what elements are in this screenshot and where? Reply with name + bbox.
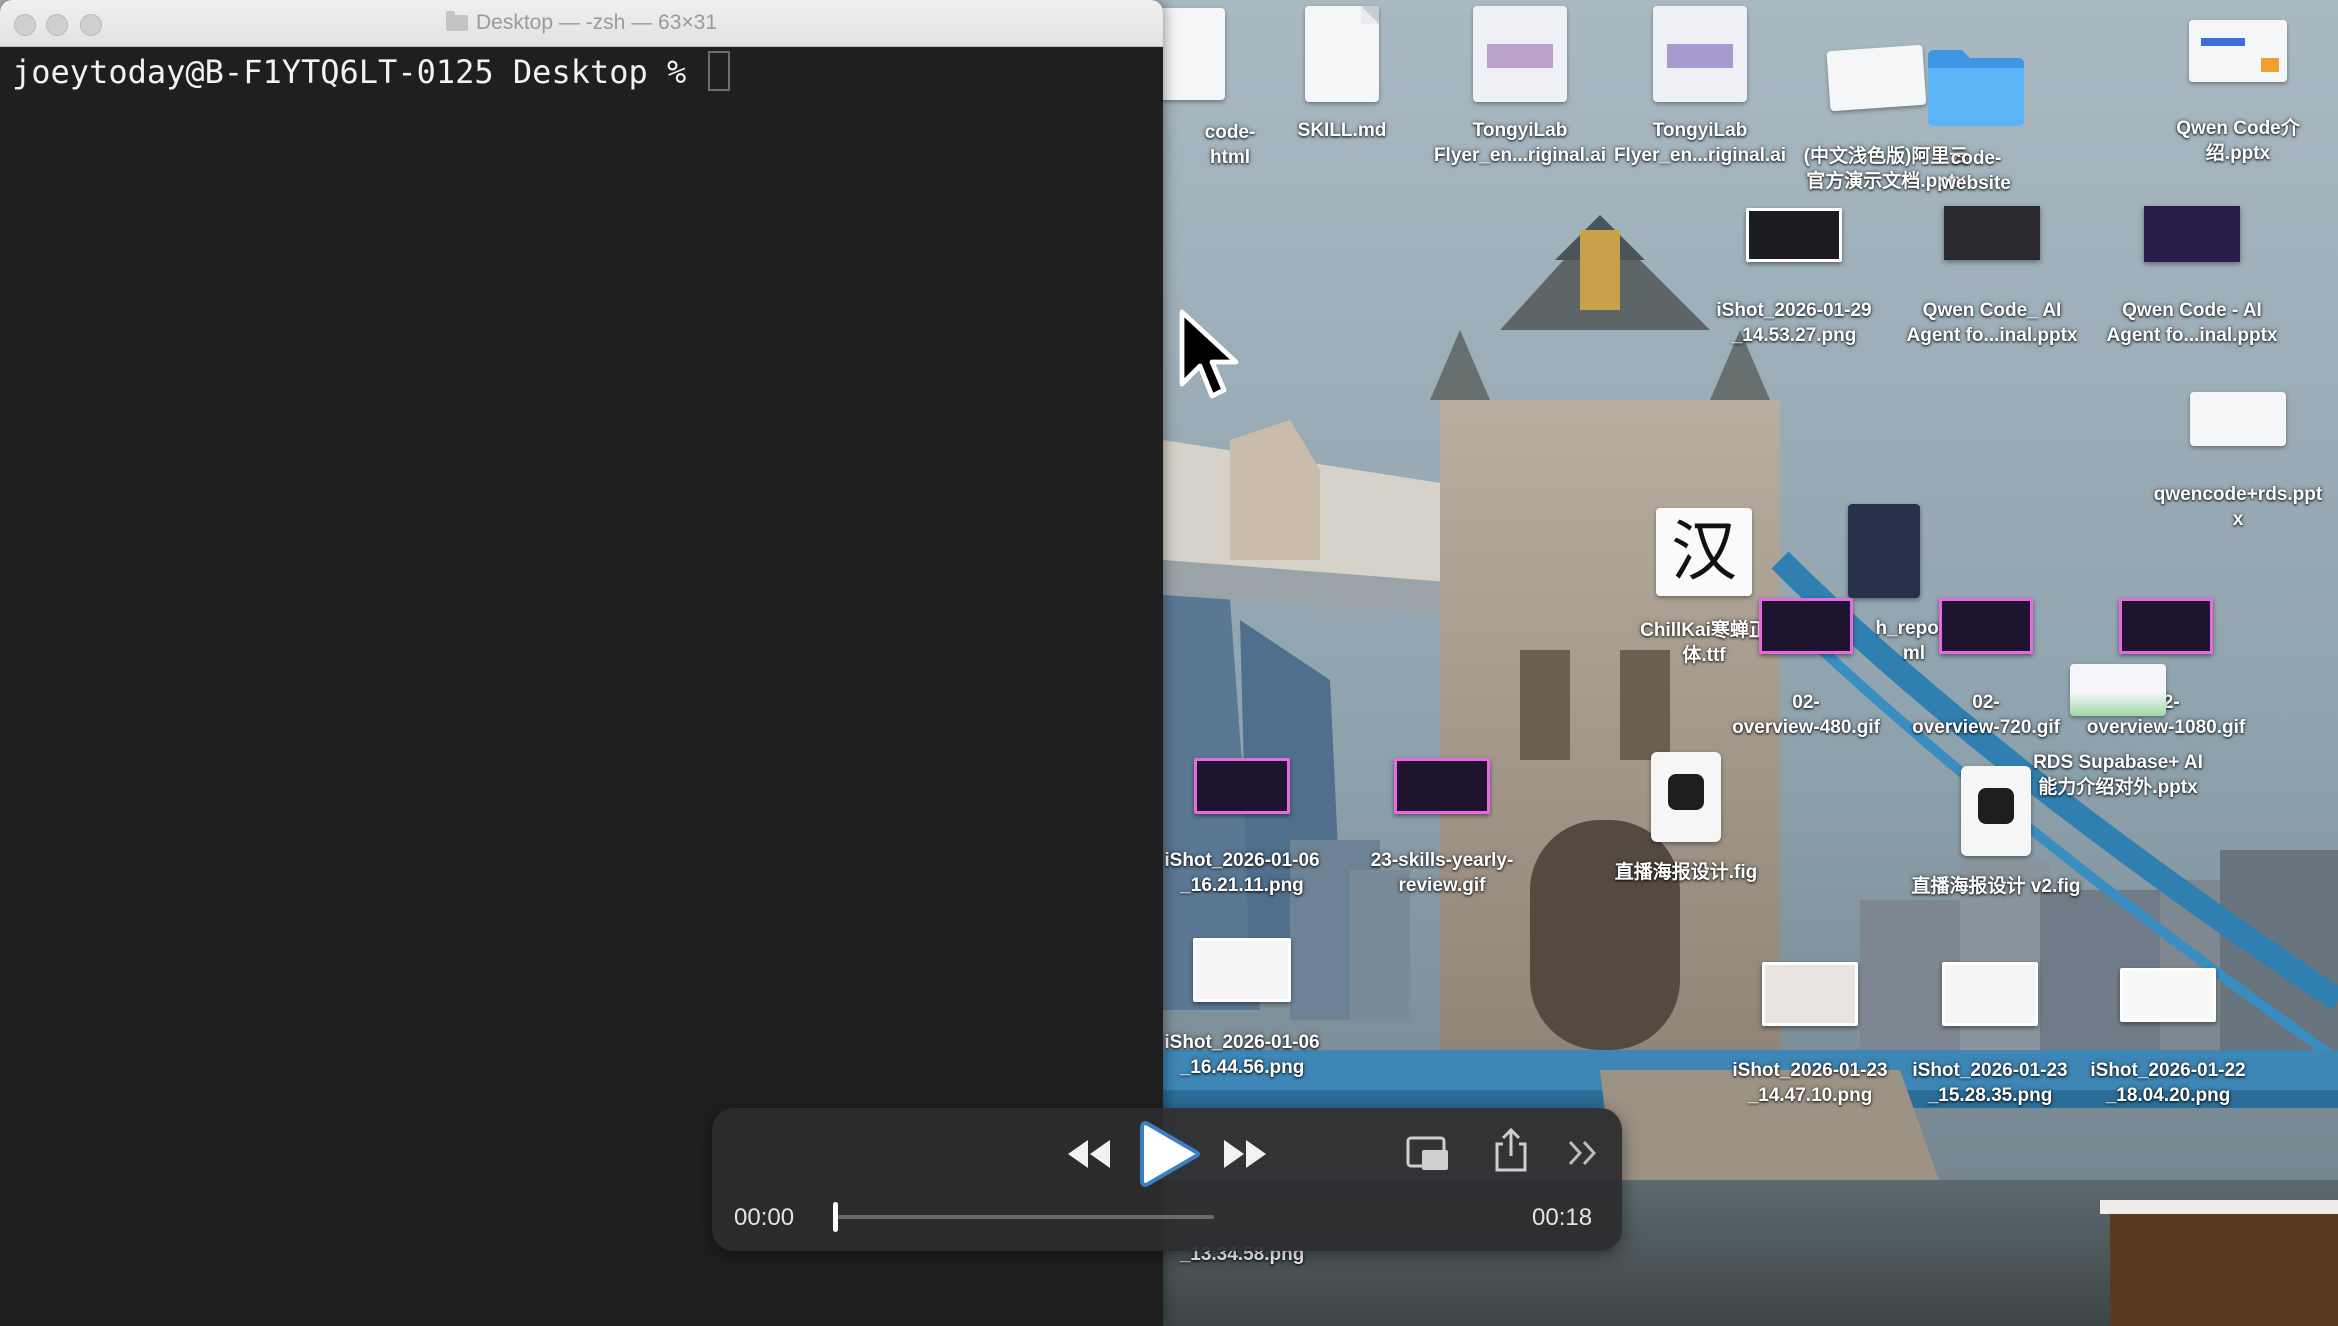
- window-title-text: Desktop — -zsh — 63×31: [475, 11, 718, 34]
- presentation-file-icon: [2070, 664, 2166, 716]
- image-thumbnail: [1193, 938, 1291, 1002]
- desktop-icon-label: 直播海报设计.fig: [1614, 862, 1758, 883]
- scrubber-track[interactable]: [836, 1215, 1214, 1219]
- desktop-icon-code-website-folder[interactable]: code-website: [1876, 44, 2076, 204]
- desktop-icon-label: code-website: [1941, 148, 2011, 194]
- desktop-icon-qwencode-rds-pptx[interactable]: qwencode+rds.ppt x: [2138, 392, 2338, 542]
- file-icon: [1155, 8, 1225, 100]
- image-thumbnail: [1394, 758, 1490, 814]
- desktop-icon-ishot-2026-01-06-b[interactable]: iShot_2026-01-06 _16.44.56.png: [1142, 938, 1342, 1088]
- terminal-content[interactable]: joeytoday@B-F1YTQ6LT-0125 Desktop %: [0, 47, 1163, 96]
- image-thumbnail: [1939, 598, 2033, 654]
- desktop-icon-qwen-code-ai-pptx-2[interactable]: Qwen Code - AI Agent fo...inal.pptx: [2092, 206, 2292, 356]
- font-file-icon: 汉: [1656, 508, 1752, 596]
- desktop-icon-poster-v2-fig[interactable]: 直播海报设计 v2.fig: [1896, 766, 2096, 916]
- current-time: 00:00: [734, 1204, 795, 1231]
- image-thumbnail: [1194, 758, 1290, 814]
- html-file-icon: [1848, 504, 1920, 598]
- desktop-icon-label: qwencode+rds.ppt x: [2153, 484, 2323, 530]
- duration-time: 00:18: [1532, 1204, 1593, 1231]
- desktop-icon-ishot-2026-01-23-b[interactable]: iShot_2026-01-23 _15.28.35.png: [1890, 962, 2090, 1112]
- desktop-icon-label: TongyiLab Flyer_en...riginal.ai: [1433, 120, 1607, 166]
- illustrator-file-icon: [1473, 6, 1567, 102]
- desktop-icon-label: Qwen Code - AI Agent fo...inal.pptx: [2106, 300, 2278, 346]
- desktop-icon-skill-md[interactable]: SKILL.md: [1242, 6, 1442, 146]
- folder-icon: [1928, 50, 2024, 126]
- presentation-file-icon: [2144, 206, 2240, 262]
- desktop-icon-ishot-2026-01-29[interactable]: iShot_2026-01-29 _14.53.27.png: [1694, 208, 1894, 358]
- share-icon[interactable]: [1494, 1126, 1528, 1174]
- image-thumbnail: [2119, 598, 2213, 654]
- terminal-titlebar[interactable]: Desktop — -zsh — 63×31: [0, 0, 1163, 47]
- desktop-icon-label: iShot_2026-01-23 _15.28.35.png: [1912, 1060, 2068, 1106]
- picture-in-picture-icon[interactable]: [1406, 1134, 1450, 1174]
- scrubber-handle[interactable]: [833, 1202, 838, 1232]
- desktop-icon-label: iShot_2026-01-29 _14.53.27.png: [1716, 300, 1872, 346]
- desktop-icon-poster-fig[interactable]: 直播海报设计.fig: [1586, 752, 1786, 902]
- image-thumbnail: [1746, 208, 1842, 262]
- desktop-icon-qwen-code-ai-pptx-1[interactable]: Qwen Code_ AI Agent fo...inal.pptx: [1892, 206, 2092, 356]
- desktop-icon-label: TongyiLab Flyer_en...riginal.ai: [1613, 120, 1787, 166]
- desktop-icon-label: 23-skills-yearly-review.gif: [1370, 850, 1514, 896]
- desktop-icon-label: 02- overview-480.gif: [1732, 692, 1880, 738]
- rewind-icon[interactable]: [1066, 1134, 1114, 1174]
- desktop-icon-23-skills-gif[interactable]: 23-skills-yearly-review.gif: [1342, 758, 1542, 908]
- image-thumbnail: [1942, 962, 2038, 1026]
- desktop-icon-label: iShot_2026-01-06 _16.21.11.png: [1164, 850, 1320, 896]
- desktop-icon-overview-480-gif[interactable]: 02- overview-480.gif: [1706, 598, 1906, 748]
- image-thumbnail: [1759, 598, 1853, 654]
- desktop-icon-label: Qwen Code_ AI Agent fo...inal.pptx: [1906, 300, 2078, 346]
- presentation-file-icon: [2189, 20, 2287, 82]
- desktop-icon-ishot-2026-01-23-a[interactable]: iShot_2026-01-23 _14.47.10.png: [1710, 962, 1910, 1112]
- folder-icon: [445, 11, 468, 31]
- image-thumbnail: [2120, 968, 2216, 1022]
- desktop-icon-label: 直播海报设计 v2.fig: [1911, 876, 2081, 897]
- shell-prompt: joeytoday@B-F1YTQ6LT-0125 Desktop %: [12, 53, 706, 91]
- desktop-icon-label: iShot_2026-01-06 _16.44.56.png: [1164, 1032, 1320, 1078]
- presentation-file-icon: [2190, 392, 2286, 446]
- window-title: Desktop — -zsh — 63×31: [0, 11, 1163, 35]
- mouse-pointer-icon: [1179, 309, 1239, 399]
- play-icon[interactable]: [1140, 1120, 1202, 1188]
- desktop-icon-qwen-code-intro-pptx[interactable]: Qwen Code介 绍.pptx: [2138, 20, 2338, 180]
- figma-file-icon: [1651, 752, 1721, 842]
- illustrator-file-icon: [1653, 6, 1747, 102]
- markdown-file-icon: [1305, 6, 1379, 102]
- desktop-icon-ishot-2026-01-06-a[interactable]: iShot_2026-01-06 _16.21.11.png: [1142, 758, 1342, 908]
- figma-file-icon: [1961, 766, 2031, 856]
- desktop-icon-tongyilab-ai-1[interactable]: TongyiLab Flyer_en...riginal.ai: [1420, 6, 1620, 166]
- desktop-icon-label: iShot_2026-01-23 _14.47.10.png: [1732, 1060, 1888, 1106]
- desktop-icon-ishot-2026-01-22[interactable]: iShot_2026-01-22 _18.04.20.png: [2068, 968, 2268, 1118]
- fast-forward-icon[interactable]: [1220, 1134, 1268, 1174]
- presentation-file-icon: [1944, 206, 2040, 260]
- desktop-icon-label: Qwen Code介 绍.pptx: [2176, 118, 2300, 164]
- desktop-icon-tongyilab-ai-2[interactable]: TongyiLab Flyer_en...riginal.ai: [1600, 6, 1800, 166]
- desktop-icon-label: SKILL.md: [1297, 120, 1387, 141]
- video-player-controls[interactable]: 00:00 00:18: [712, 1108, 1622, 1251]
- text-cursor: [707, 51, 730, 91]
- desktop-icon-label: iShot_2026-01-22 _18.04.20.png: [2090, 1060, 2246, 1106]
- image-thumbnail: [1762, 962, 1858, 1026]
- more-icon[interactable]: [1566, 1136, 1600, 1170]
